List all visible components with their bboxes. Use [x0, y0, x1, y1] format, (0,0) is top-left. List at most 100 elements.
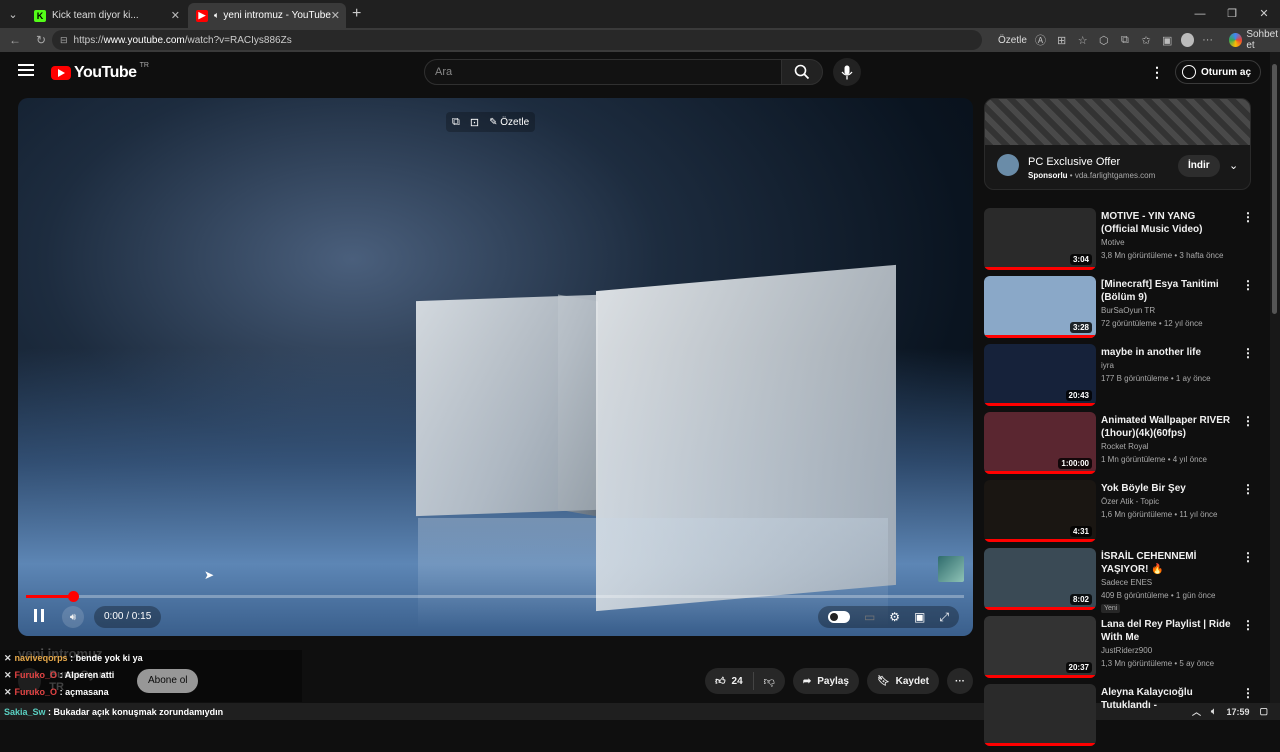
settings-gear-icon[interactable]: ⚙	[889, 610, 900, 624]
restore-button[interactable]: ❐	[1216, 0, 1248, 28]
video-player[interactable]: ⧉ ⊡ ✎ Özetle ➤ 🔊︎ 0:00 / 0:15 ▭ ⚙ ▣ ⤢	[18, 98, 973, 636]
voice-search-button[interactable]	[833, 58, 861, 86]
site-info-icon[interactable]: ⊟	[60, 35, 68, 46]
settings-more-icon[interactable]: ⋮	[1150, 64, 1164, 81]
chevron-down-icon[interactable]: ⌄	[1229, 159, 1238, 172]
ad-banner[interactable]	[985, 99, 1250, 145]
back-icon[interactable]: ←	[4, 33, 26, 47]
channel-name[interactable]: Sadece ENES	[1101, 578, 1152, 587]
visual-search-icon[interactable]: ⊡	[470, 116, 479, 129]
video-thumbnail[interactable]: 1:00:00	[984, 412, 1096, 474]
video-thumbnail[interactable]: 8:02	[984, 548, 1096, 610]
channel-watermark[interactable]	[938, 556, 964, 582]
ad-title[interactable]: PC Exclusive Offer	[1028, 156, 1120, 168]
more-vertical-icon[interactable]: ⋮	[1242, 686, 1254, 700]
more-vertical-icon[interactable]: ⋮	[1242, 550, 1254, 564]
favorites-icon[interactable]: ✩	[1139, 34, 1154, 47]
install-button[interactable]: İndir	[1178, 155, 1220, 177]
split-screen-icon[interactable]: ⧉	[1117, 34, 1132, 47]
close-icon[interactable]: ✕	[331, 9, 340, 22]
video-title[interactable]: Aleyna Kalaycıoğlu Tutuklandı -	[1101, 686, 1233, 712]
extensions-icon[interactable]: ⬡	[1096, 34, 1111, 47]
progress-bar[interactable]	[26, 591, 964, 602]
video-thumbnail[interactable]	[984, 684, 1096, 746]
tab-list-button[interactable]: ⌄	[2, 3, 24, 25]
autoplay-toggle[interactable]	[827, 611, 850, 623]
channel-name[interactable]: Özer Atik - Topic	[1101, 497, 1159, 506]
video-title[interactable]: Yok Böyle Bir Şey	[1101, 482, 1233, 495]
save-button[interactable]: 🔖︎ Kaydet	[866, 668, 939, 694]
ad-card[interactable]: PC Exclusive Offer Sponsorlu • vda.farli…	[984, 98, 1251, 190]
channel-name[interactable]: BurSaOyun TR	[1101, 306, 1155, 315]
player-summarize-button[interactable]: ✎ Özetle	[489, 117, 529, 128]
search-button[interactable]	[781, 59, 823, 85]
close-icon[interactable]: ✕	[4, 670, 12, 680]
video-title[interactable]: Lana del Rey Playlist | Ride With Me	[1101, 618, 1233, 644]
notification-icon[interactable]: ▢	[1259, 706, 1268, 717]
browser-tab-1[interactable]: K Kick team diyor ki... ✕	[26, 3, 186, 28]
channel-name[interactable]: Motive	[1101, 238, 1125, 247]
youtube-logo[interactable]: YouTube TR	[51, 62, 149, 82]
recommended-video[interactable]: 3:04 MOTIVE - YIN YANG (Official Music Vi…	[984, 208, 1254, 276]
more-vertical-icon[interactable]: ⋮	[1242, 414, 1254, 428]
channel-name[interactable]: Rocket Royal	[1101, 442, 1149, 451]
collections-icon[interactable]: ▣	[1160, 34, 1175, 47]
fullscreen-icon[interactable]: ⤢	[939, 610, 949, 625]
copilot-button[interactable]: Sohbet et	[1229, 29, 1280, 51]
close-icon[interactable]: ✕	[4, 687, 12, 697]
more-vertical-icon[interactable]: ⋮	[1242, 278, 1254, 292]
video-title[interactable]: Animated Wallpaper RIVER (1hour)(4k)(60f…	[1101, 414, 1233, 440]
menu-icon[interactable]	[18, 64, 34, 76]
url-field[interactable]: ⊟ https://www.youtube.com/watch?v=RACIys…	[52, 30, 982, 50]
more-options-icon[interactable]: ···	[1200, 34, 1215, 46]
recommended-video[interactable]: 3:28 [Minecraft] Esya Tanitimi (Bölüm 9) B…	[984, 276, 1254, 344]
read-aloud-icon[interactable]: Ⓐ	[1033, 32, 1048, 48]
refresh-icon[interactable]: ↻	[30, 33, 52, 47]
recommended-video[interactable]: Aleyna Kalaycıoğlu Tutuklandı - ⋮	[984, 684, 1254, 752]
share-button[interactable]: ➦ Paylaş	[792, 668, 859, 694]
minimize-button[interactable]: —	[1184, 0, 1216, 28]
recommended-video[interactable]: 8:02 İSRAİL CEHENNEMİ YAŞIYOR! 🔥 Sadece EN…	[984, 548, 1254, 616]
subtitles-icon[interactable]: ▭	[864, 610, 875, 624]
favorite-star-icon[interactable]: ☆	[1075, 34, 1090, 47]
close-icon[interactable]: ✕	[4, 653, 12, 663]
channel-name[interactable]: JustRiderz900	[1101, 646, 1152, 655]
more-vertical-icon[interactable]: ⋮	[1242, 346, 1254, 360]
video-title[interactable]: İSRAİL CEHENNEMİ YAŞIYOR! 🔥	[1101, 550, 1233, 576]
browser-tab-2[interactable]: ▶ 🔈︎ yeni intromuz - YouTube ✕	[188, 3, 346, 28]
close-icon[interactable]: ✕	[171, 9, 180, 22]
more-vertical-icon[interactable]: ⋮	[1242, 618, 1254, 632]
search-input[interactable]: Ara	[424, 59, 782, 85]
profile-avatar[interactable]	[1180, 33, 1195, 47]
video-title[interactable]: MOTIVE - YIN YANG (Official Music Video)	[1101, 210, 1233, 236]
close-window-button[interactable]: ✕	[1248, 0, 1280, 28]
more-actions-button[interactable]: ···	[947, 668, 973, 694]
app-available-icon[interactable]: ⊞	[1054, 34, 1069, 47]
recommended-video[interactable]: 20:37 Lana del Rey Playlist | Ride With M…	[984, 616, 1254, 684]
volume-button[interactable]: 🔊︎	[62, 606, 84, 628]
channel-name[interactable]: iyra	[1101, 361, 1114, 370]
scrubber-handle[interactable]	[67, 591, 79, 602]
video-thumbnail[interactable]: 3:28	[984, 276, 1096, 338]
recommended-video[interactable]: 1:00:00 Animated Wallpaper RIVER (1hour)(…	[984, 412, 1254, 480]
video-title[interactable]: maybe in another life	[1101, 346, 1233, 359]
theater-mode-icon[interactable]: ▣	[914, 610, 925, 624]
video-thumbnail[interactable]: 3:04	[984, 208, 1096, 270]
pause-button[interactable]	[34, 609, 44, 622]
more-vertical-icon[interactable]: ⋮	[1242, 210, 1254, 224]
video-title[interactable]: [Minecraft] Esya Tanitimi (Bölüm 9)	[1101, 278, 1233, 304]
page-scrollbar[interactable]	[1270, 52, 1280, 703]
ad-logo[interactable]	[997, 154, 1019, 176]
speaker-icon[interactable]: 🔈︎	[214, 10, 219, 21]
signin-button[interactable]: Oturum aç	[1175, 60, 1262, 84]
dislike-button[interactable]: 👎︎	[754, 675, 785, 688]
pip-icon[interactable]: ⧉	[452, 116, 460, 129]
video-thumbnail[interactable]: 20:37	[984, 616, 1096, 678]
video-thumbnail[interactable]: 20:43	[984, 344, 1096, 406]
scrollbar-thumb[interactable]	[1272, 64, 1277, 314]
video-thumbnail[interactable]: 4:31	[984, 480, 1096, 542]
recommended-video[interactable]: 4:31 Yok Böyle Bir Şey Özer Atik - Topic 1,…	[984, 480, 1254, 548]
new-tab-button[interactable]: +	[352, 5, 361, 23]
recommended-video[interactable]: 20:43 maybe in another life iyra 177 B görü…	[984, 344, 1254, 412]
like-button[interactable]: 👍︎ 24	[705, 672, 754, 690]
